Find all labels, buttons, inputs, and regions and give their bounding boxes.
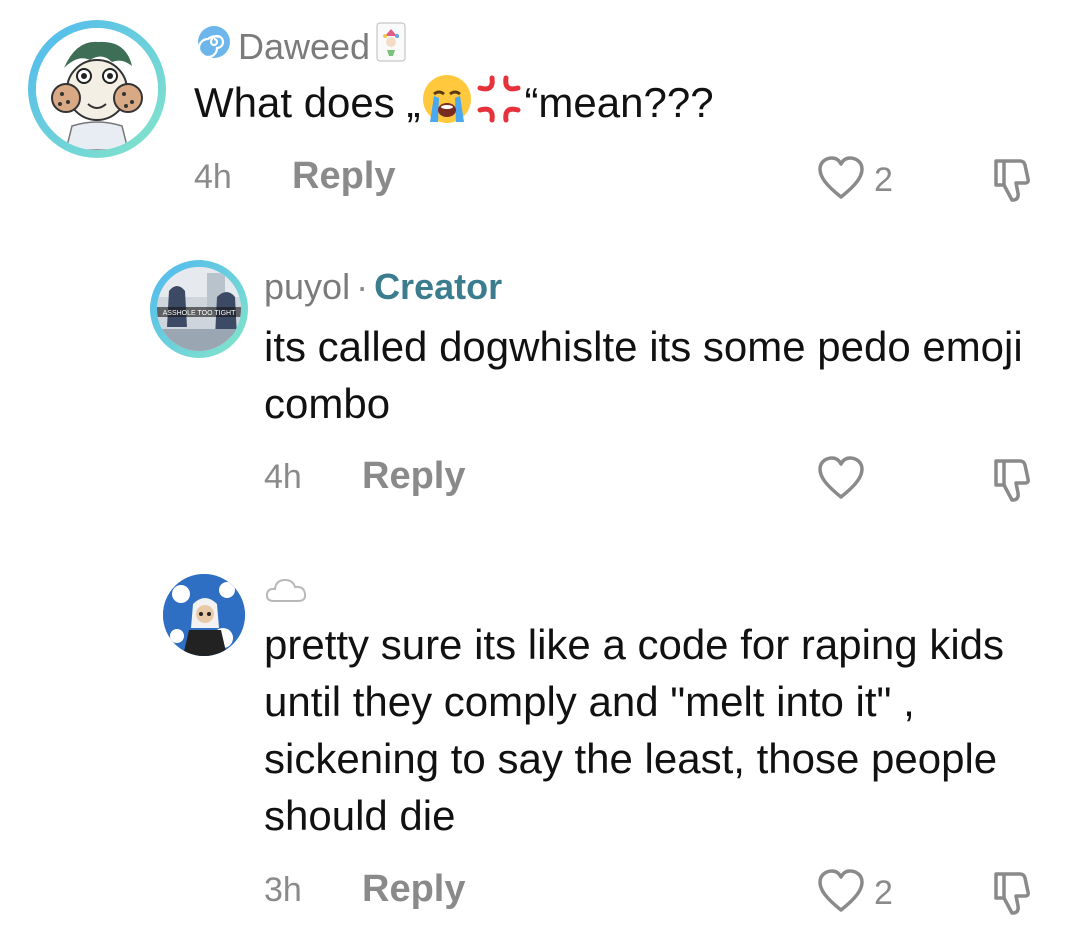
spiral-icon	[196, 24, 232, 69]
cloud-icon	[264, 572, 308, 614]
reply-button[interactable]: Reply	[362, 455, 465, 498]
heart-icon	[816, 155, 866, 206]
heart-icon	[816, 868, 866, 919]
like-count: 2	[874, 161, 893, 199]
timestamp: 3h	[264, 871, 302, 909]
svg-text:ASSHOLE TOO TIGHT: ASSHOLE TOO TIGHT	[163, 310, 236, 317]
loudly-crying-face-icon	[420, 72, 474, 140]
anger-symbol-icon	[474, 74, 524, 138]
dislike-button[interactable]	[988, 455, 1038, 510]
avatar[interactable]	[36, 28, 158, 150]
username[interactable]: puyol	[264, 266, 350, 308]
thumbs-down-icon	[988, 459, 1038, 509]
username-row	[264, 572, 314, 614]
thumbs-down-icon	[988, 872, 1038, 922]
avatar[interactable]	[163, 574, 245, 656]
dislike-button[interactable]	[988, 155, 1038, 210]
reply-button[interactable]: Reply	[292, 155, 395, 198]
like-button[interactable]	[816, 455, 866, 506]
thumbs-down-icon	[988, 159, 1038, 209]
like-button[interactable]: 2	[816, 868, 893, 919]
separator: ·	[356, 266, 369, 307]
avatar[interactable]: ASSHOLE TOO TIGHT	[157, 267, 241, 351]
like-button[interactable]: 2	[816, 155, 893, 206]
username[interactable]: Daweed	[238, 26, 370, 68]
joker-card-icon	[376, 22, 406, 71]
dislike-button[interactable]	[988, 868, 1038, 923]
reply-button[interactable]: Reply	[362, 868, 465, 911]
username-row: puyol · Creator	[264, 266, 502, 308]
like-count: 2	[874, 874, 893, 912]
timestamp: 4h	[264, 458, 302, 496]
timestamp: 4h	[194, 158, 232, 196]
heart-icon	[816, 455, 866, 506]
username-row: Daweed	[196, 22, 406, 71]
comment-text: its called dogwhislte its some pedo emoj…	[264, 323, 1023, 427]
creator-badge: Creator	[374, 266, 503, 307]
comment-text: pretty sure its like a code for raping k…	[264, 621, 1005, 839]
comment-text: What does „ “mean???	[194, 72, 1034, 140]
